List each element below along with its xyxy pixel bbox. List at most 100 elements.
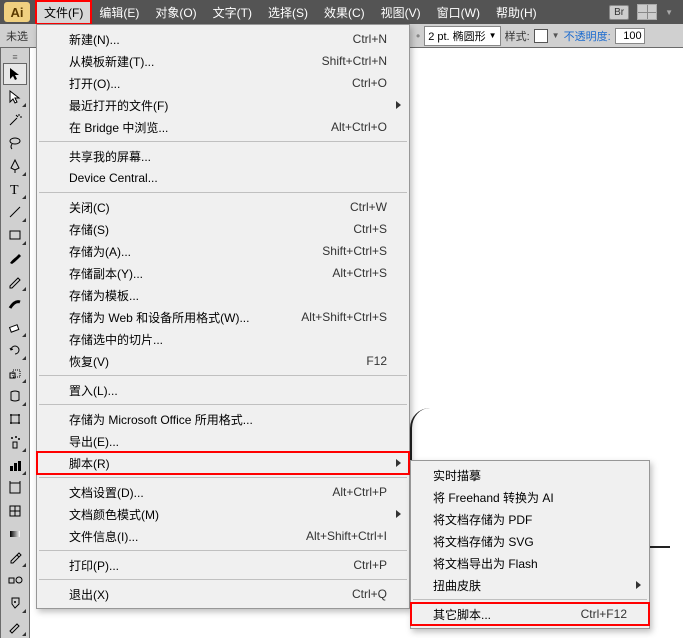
line-tool[interactable] <box>3 201 27 223</box>
arrange-documents-icon[interactable] <box>637 4 657 20</box>
svg-text:T: T <box>10 183 19 197</box>
menu-item-label: Device Central... <box>69 171 387 185</box>
free-transform-tool[interactable] <box>3 408 27 430</box>
menu-item-label: 存储为模板... <box>69 287 387 304</box>
menu-item[interactable]: 恢复(V)F12 <box>37 350 409 372</box>
submenu-item[interactable]: 扭曲皮肤 <box>411 574 649 596</box>
menu-help[interactable]: 帮助(H) <box>488 1 545 24</box>
bridge-button[interactable]: Br <box>609 5 629 20</box>
menu-item[interactable]: 关闭(C)Ctrl+W <box>37 196 409 218</box>
menu-item[interactable]: 文件信息(I)...Alt+Shift+Ctrl+I <box>37 525 409 547</box>
style-label: 样式: <box>505 28 530 44</box>
menu-item-shortcut: Ctrl+W <box>350 200 387 214</box>
menu-item[interactable]: Device Central... <box>37 167 409 189</box>
menu-separator <box>39 141 407 142</box>
menu-window[interactable]: 窗口(W) <box>429 1 488 24</box>
menu-item[interactable]: 存储选中的切片... <box>37 328 409 350</box>
menu-item-shortcut: Alt+Ctrl+P <box>332 485 387 499</box>
gradient-tool[interactable] <box>3 523 27 545</box>
app-icon: Ai <box>4 2 30 22</box>
menu-effect[interactable]: 效果(C) <box>316 1 373 24</box>
menu-item-label: 存储(S) <box>69 221 353 238</box>
magic-wand-tool[interactable] <box>3 109 27 131</box>
scale-tool[interactable] <box>3 362 27 384</box>
menubar-right: Br ▼ <box>609 4 683 20</box>
menu-item[interactable]: 存储为模板... <box>37 284 409 306</box>
menu-item-label: 从模板新建(T)... <box>69 53 322 70</box>
stroke-profile-select[interactable]: 2 pt. 椭圆形 ▼ <box>424 26 500 46</box>
menu-edit[interactable]: 编辑(E) <box>91 1 147 24</box>
menu-item[interactable]: 存储为(A)...Shift+Ctrl+S <box>37 240 409 262</box>
warp-tool[interactable] <box>3 385 27 407</box>
menu-item-label: 新建(N)... <box>69 31 353 48</box>
menu-item[interactable]: 打印(P)...Ctrl+P <box>37 554 409 576</box>
menu-item[interactable]: 在 Bridge 中浏览...Alt+Ctrl+O <box>37 116 409 138</box>
toolbox-grip[interactable]: ≡ <box>3 52 27 62</box>
menu-item[interactable]: 脚本(R) <box>37 452 409 474</box>
submenu-item[interactable]: 实时描摹 <box>411 464 649 486</box>
menu-item-label: 文件信息(I)... <box>69 528 306 545</box>
submenu-item[interactable]: 其它脚本...Ctrl+F12 <box>411 603 649 625</box>
submenu-item-shortcut: Ctrl+F12 <box>581 607 627 621</box>
live-paint-tool[interactable] <box>3 592 27 614</box>
menu-item[interactable]: 存储副本(Y)...Alt+Ctrl+S <box>37 262 409 284</box>
menu-item-label: 在 Bridge 中浏览... <box>69 119 331 136</box>
menu-item[interactable]: 打开(O)...Ctrl+O <box>37 72 409 94</box>
menu-item-shortcut: Alt+Shift+Ctrl+S <box>301 310 387 324</box>
mesh-tool[interactable] <box>3 500 27 522</box>
slice-tool[interactable] <box>3 615 27 637</box>
menu-item-shortcut: Ctrl+N <box>353 32 387 46</box>
menu-item[interactable]: 新建(N)...Ctrl+N <box>37 28 409 50</box>
menu-item[interactable]: 存储(S)Ctrl+S <box>37 218 409 240</box>
blob-brush-tool[interactable] <box>3 293 27 315</box>
graph-tool[interactable] <box>3 454 27 476</box>
lasso-tool[interactable] <box>3 132 27 154</box>
chevron-down-icon[interactable]: ▼ <box>665 8 673 17</box>
menu-select[interactable]: 选择(S) <box>260 1 316 24</box>
menu-item[interactable]: 置入(L)... <box>37 379 409 401</box>
menu-item[interactable]: 导出(E)... <box>37 430 409 452</box>
submenu-arrow-icon <box>396 459 401 467</box>
menu-item[interactable]: 存储为 Web 和设备所用格式(W)...Alt+Shift+Ctrl+S <box>37 306 409 328</box>
menu-separator <box>39 404 407 405</box>
eraser-tool[interactable] <box>3 316 27 338</box>
menu-item-label: 打开(O)... <box>69 75 352 92</box>
menu-view[interactable]: 视图(V) <box>373 1 429 24</box>
submenu-item-label: 将文档导出为 Flash <box>433 555 627 572</box>
blend-tool[interactable] <box>3 569 27 591</box>
pencil-tool[interactable] <box>3 270 27 292</box>
menu-item[interactable]: 存储为 Microsoft Office 所用格式... <box>37 408 409 430</box>
opacity-input[interactable]: 100 <box>615 28 645 44</box>
menu-object[interactable]: 对象(O) <box>147 1 204 24</box>
menu-item-label: 恢复(V) <box>69 353 366 370</box>
menu-item[interactable]: 最近打开的文件(F) <box>37 94 409 116</box>
menu-separator <box>39 375 407 376</box>
submenu-item[interactable]: 将 Freehand 转换为 AI <box>411 486 649 508</box>
menu-item[interactable]: 文档颜色模式(M) <box>37 503 409 525</box>
chevron-down-icon: ▼ <box>552 31 560 40</box>
pen-tool[interactable] <box>3 155 27 177</box>
artboard-tool[interactable] <box>3 477 27 499</box>
menu-item[interactable]: 从模板新建(T)...Shift+Ctrl+N <box>37 50 409 72</box>
menu-separator <box>39 192 407 193</box>
submenu-item[interactable]: 将文档导出为 Flash <box>411 552 649 574</box>
menu-item-shortcut: Ctrl+S <box>353 222 387 236</box>
menu-file[interactable]: 文件(F) <box>36 1 91 24</box>
symbol-sprayer-tool[interactable] <box>3 431 27 453</box>
paintbrush-tool[interactable] <box>3 247 27 269</box>
menu-text[interactable]: 文字(T) <box>205 1 260 24</box>
menu-item[interactable]: 退出(X)Ctrl+Q <box>37 583 409 605</box>
eyedropper-tool[interactable] <box>3 546 27 568</box>
rectangle-tool[interactable] <box>3 224 27 246</box>
submenu-arrow-icon <box>396 510 401 518</box>
opacity-label[interactable]: 不透明度: <box>564 28 611 44</box>
style-swatch[interactable] <box>534 29 548 43</box>
type-tool[interactable]: T <box>3 178 27 200</box>
rotate-tool[interactable] <box>3 339 27 361</box>
selection-tool[interactable] <box>3 63 27 85</box>
direct-selection-tool[interactable] <box>3 86 27 108</box>
submenu-item[interactable]: 将文档存储为 PDF <box>411 508 649 530</box>
menu-item[interactable]: 共享我的屏幕... <box>37 145 409 167</box>
menu-item[interactable]: 文档设置(D)...Alt+Ctrl+P <box>37 481 409 503</box>
submenu-item[interactable]: 将文档存储为 SVG <box>411 530 649 552</box>
